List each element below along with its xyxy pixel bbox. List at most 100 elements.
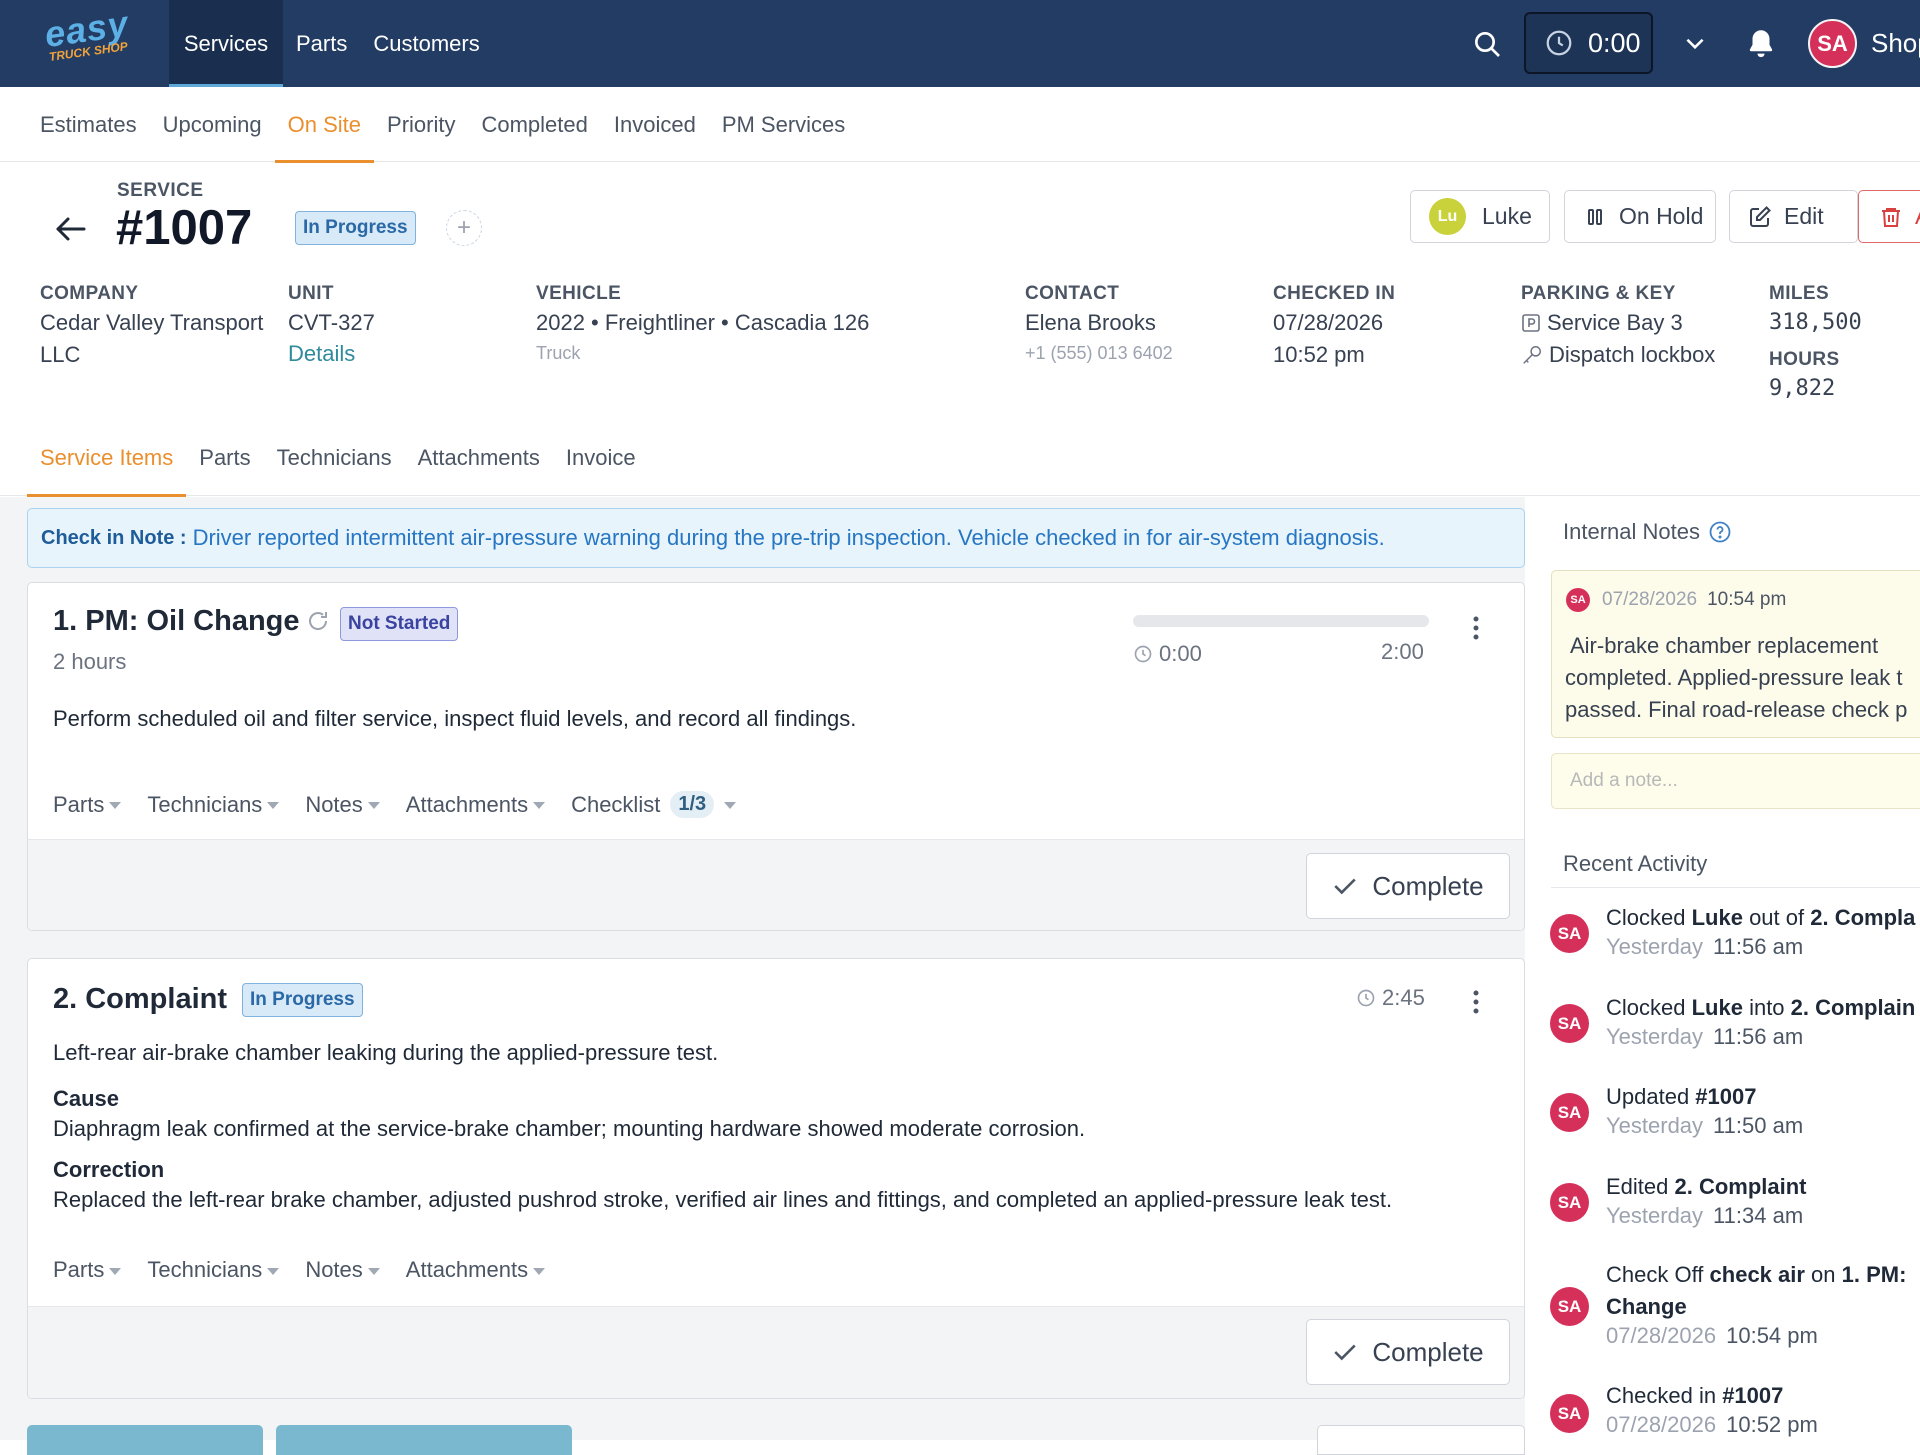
hours-label: HOURS (1769, 349, 1840, 370)
time-logged-value: 2:45 (1382, 985, 1425, 1010)
activity-text: Clocked Luke out of 2. Compla (1606, 902, 1920, 934)
tab-invoiced[interactable]: Invoiced (601, 87, 709, 162)
status-tabs: Estimates Upcoming On Site Priority Comp… (0, 87, 1920, 163)
service-item-title: 1. PM: Oil Change (53, 605, 300, 637)
add-note-input[interactable]: Add a note... (1551, 753, 1920, 809)
tab-technicians[interactable]: Technicians (264, 420, 405, 496)
caret-down-icon (267, 802, 280, 809)
activity-clock: 11:56 am (1713, 934, 1804, 959)
tab-estimates[interactable]: Estimates (27, 87, 150, 162)
tab-priority[interactable]: Priority (374, 87, 468, 162)
notes-dropdown[interactable]: Notes (305, 1257, 380, 1283)
bell-icon[interactable] (1744, 25, 1778, 61)
checked-in-date: 07/28/2026 (1273, 310, 1384, 335)
item-dropdowns: Parts Technicians Notes Attachments (53, 1257, 571, 1283)
activity-time: Yesterday 11:50 am (1606, 1113, 1803, 1139)
service-item-card: 1. PM: Oil Change Not Started 2 hours 0:… (27, 582, 1525, 931)
parts-dropdown[interactable]: Parts (53, 791, 122, 818)
activity-target: 1. PM: (1841, 1262, 1907, 1287)
unit-value: CVT-327 (288, 310, 375, 335)
attachments-dropdown[interactable]: Attachments (406, 1257, 546, 1283)
activity-subject: Luke (1691, 905, 1743, 930)
chevron-down-icon[interactable] (1682, 30, 1708, 56)
more-options-icon[interactable] (1471, 615, 1481, 641)
tab-invoice[interactable]: Invoice (553, 420, 649, 496)
search-icon[interactable] (1471, 28, 1503, 60)
tab-completed[interactable]: Completed (468, 87, 600, 162)
shop-name[interactable]: Shop (1871, 28, 1920, 59)
top-navbar: easy TRUCK SHOP Services Parts Customers… (0, 0, 1920, 87)
back-arrow-icon[interactable] (54, 214, 90, 244)
on-hold-button[interactable]: On Hold (1564, 190, 1716, 243)
complete-button[interactable]: Complete (1306, 853, 1510, 919)
nav-customers[interactable]: Customers (360, 0, 492, 87)
parking-key-info: PARKING & KEY Service Bay 3 Dispatch loc… (1521, 283, 1715, 371)
vehicle-value: 2022 • Freightliner • Cascadia 126 (536, 310, 870, 335)
footer-action-button[interactable] (1317, 1425, 1525, 1455)
time-estimate: 2:00 (1381, 639, 1424, 664)
notes-dropdown-label: Notes (305, 1257, 363, 1282)
tab-parts[interactable]: Parts (186, 420, 263, 496)
activity-time: Yesterday 11:34 am (1606, 1203, 1803, 1229)
checklist-dropdown[interactable]: Checklist 1/3 (571, 791, 737, 818)
more-options-icon[interactable] (1471, 989, 1481, 1015)
tab-on-site[interactable]: On Site (274, 87, 375, 163)
estimated-duration: 2 hours (53, 649, 127, 674)
parts-dropdown[interactable]: Parts (53, 1257, 122, 1283)
checked-in-label: CHECKED IN (1273, 283, 1396, 304)
time-spent: 0:00 (1133, 641, 1202, 667)
add-tag-button[interactable]: + (446, 210, 482, 246)
help-icon[interactable] (1708, 520, 1732, 544)
clock-timer-button[interactable]: 0:00 (1524, 12, 1653, 74)
tab-upcoming[interactable]: Upcoming (150, 87, 275, 162)
contact-name: Elena Brooks (1025, 310, 1156, 335)
caret-down-icon (724, 802, 737, 809)
tab-pm-services[interactable]: PM Services (709, 87, 858, 162)
app-logo[interactable]: easy TRUCK SHOP (42, 3, 138, 72)
tab-service-items[interactable]: Service Items (27, 420, 187, 497)
delete-button[interactable]: A (1858, 190, 1920, 243)
technicians-dropdown[interactable]: Technicians (147, 791, 280, 818)
tab-attachments[interactable]: Attachments (405, 420, 553, 496)
complete-button[interactable]: Complete (1306, 1319, 1510, 1385)
parking-key-label: PARKING & KEY (1521, 283, 1676, 304)
add-service-button[interactable] (276, 1425, 572, 1455)
unit-details-link[interactable]: Details (288, 339, 375, 369)
assign-technician-button[interactable]: Lu Luke (1410, 190, 1550, 243)
activity-text-line: Check Off check air on 1. PM: (1606, 1259, 1920, 1291)
activity-text: Check Off check air on 1. PM: Change (1606, 1259, 1920, 1323)
parking-icon (1522, 314, 1540, 332)
nav-services[interactable]: Services (169, 0, 283, 87)
status-badge: Not Started (340, 607, 459, 641)
technician-avatar: Lu (1429, 198, 1466, 235)
activity-connector: on (1804, 1262, 1842, 1287)
company-name-line2: LLC (40, 342, 81, 367)
activity-verb: Checked in (1606, 1383, 1723, 1408)
timer-value: 0:00 (1588, 27, 1641, 58)
edit-button[interactable]: Edit (1729, 190, 1858, 243)
edit-label: Edit (1784, 203, 1824, 229)
technicians-dropdown[interactable]: Technicians (147, 1257, 280, 1283)
activity-target: 2. Compla (1810, 905, 1916, 930)
activity-verb: Clocked (1606, 905, 1692, 930)
user-avatar[interactable]: SA (1808, 19, 1857, 68)
add-item-button[interactable] (27, 1425, 263, 1455)
key-row: Dispatch lockbox (1521, 339, 1715, 371)
vehicle-info: VEHICLE 2022 • Freightliner • Cascadia 1… (536, 283, 869, 364)
activity-item: SA Clocked Luke into 2. Complain Yesterd… (1550, 992, 1920, 1062)
activity-time: Yesterday 11:56 am (1606, 934, 1803, 960)
contact-phone[interactable]: +1 (555) 013 6402 (1025, 343, 1173, 364)
attachments-dropdown[interactable]: Attachments (406, 791, 546, 818)
activity-target: 2. Complain (1790, 995, 1916, 1020)
activity-verb: Updated (1606, 1084, 1696, 1109)
notes-dropdown[interactable]: Notes (305, 791, 380, 818)
internal-note: SA 07/28/2026 10:54 pm Air-brake chamber … (1551, 570, 1920, 738)
recent-activity-label: Recent Activity (1563, 851, 1708, 876)
activity-day: Yesterday (1606, 1203, 1704, 1228)
parts-dropdown-label: Parts (53, 791, 105, 817)
edit-icon (1750, 205, 1771, 227)
vehicle-label: VEHICLE (536, 283, 622, 304)
activity-connector: out of (1742, 905, 1811, 930)
nav-parts[interactable]: Parts (283, 0, 360, 87)
check-icon (1334, 878, 1357, 895)
